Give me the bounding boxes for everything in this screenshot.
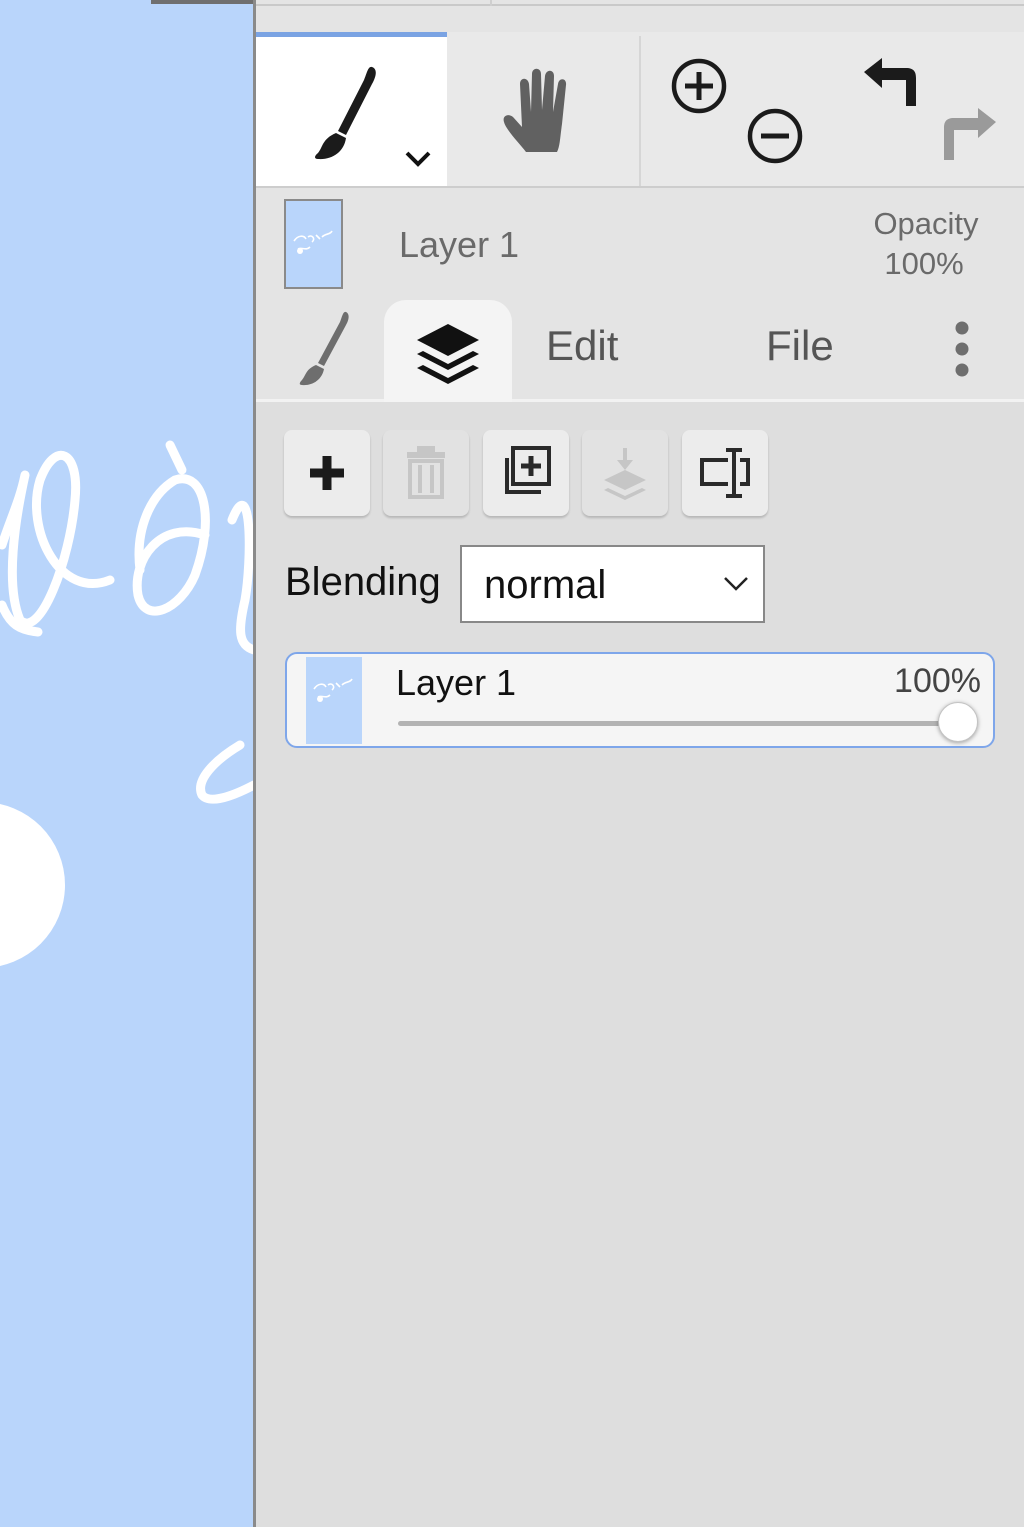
redo-icon[interactable]: [938, 104, 1000, 164]
layer-opacity-slider-thumb[interactable]: [938, 702, 978, 742]
chevron-down-icon: [724, 577, 748, 591]
zoom-out-icon[interactable]: [745, 106, 805, 166]
layer-list-item[interactable]: Layer 1 100%: [285, 652, 995, 748]
canvas-drawing: [0, 440, 254, 967]
duplicate-layer-icon: [505, 446, 551, 494]
more-vertical-icon[interactable]: [946, 314, 996, 384]
tab-edit[interactable]: Edit: [546, 322, 618, 370]
opacity-label: Opacity: [873, 206, 979, 241]
add-layer-button[interactable]: [284, 430, 370, 516]
top-strip-line: [256, 4, 1024, 6]
hand-tool-button[interactable]: [447, 32, 639, 186]
tab-layers[interactable]: [384, 300, 512, 402]
toolbar-separator: [639, 36, 641, 186]
chevron-down-icon: [405, 151, 431, 167]
duplicate-layer-button[interactable]: [483, 430, 569, 516]
merge-down-icon: [604, 448, 646, 500]
merge-down-button[interactable]: [582, 430, 668, 516]
layer-row-thumbnail-art: [313, 678, 353, 702]
hand-icon: [503, 68, 567, 152]
tools-panel: Layer 1 Opacity 100% Edit File Blending …: [256, 0, 1024, 1527]
drawing-canvas[interactable]: [0, 0, 254, 1527]
zoom-in-icon[interactable]: [669, 56, 729, 116]
layers-icon: [417, 324, 479, 384]
layer-row-name: Layer 1: [396, 662, 517, 703]
panel-tab-bar: Edit File: [256, 296, 1024, 402]
current-layer-bar[interactable]: Layer 1 Opacity 100%: [256, 188, 1024, 296]
layer-row-thumbnail: [306, 657, 362, 744]
current-layer-name: Layer 1: [399, 224, 520, 265]
tab-brush[interactable]: [256, 296, 384, 399]
trash-icon: [407, 446, 445, 499]
layer-thumbnail: [284, 199, 343, 289]
plus-icon: [310, 456, 344, 490]
layer-thumbnail-art: [293, 230, 333, 254]
top-strip: [256, 0, 1024, 34]
paintbrush-icon: [299, 311, 349, 386]
delete-layer-button[interactable]: [383, 430, 469, 516]
tab-file[interactable]: File: [766, 322, 834, 370]
paintbrush-icon: [315, 66, 376, 160]
top-strip-tick: [490, 0, 492, 6]
rename-layer-button[interactable]: [682, 430, 768, 516]
undo-icon[interactable]: [860, 54, 922, 114]
blending-mode-select[interactable]: normal: [460, 545, 765, 623]
blending-label: Blending: [285, 560, 441, 604]
brush-tool-button[interactable]: [256, 32, 447, 186]
main-toolbar: [256, 32, 1024, 188]
layer-opacity-slider-track[interactable]: [398, 721, 958, 726]
blending-mode-value: normal: [484, 563, 607, 607]
rename-icon: [700, 448, 750, 498]
opacity-value: 100%: [884, 246, 964, 281]
layer-row-opacity: 100%: [894, 662, 981, 700]
